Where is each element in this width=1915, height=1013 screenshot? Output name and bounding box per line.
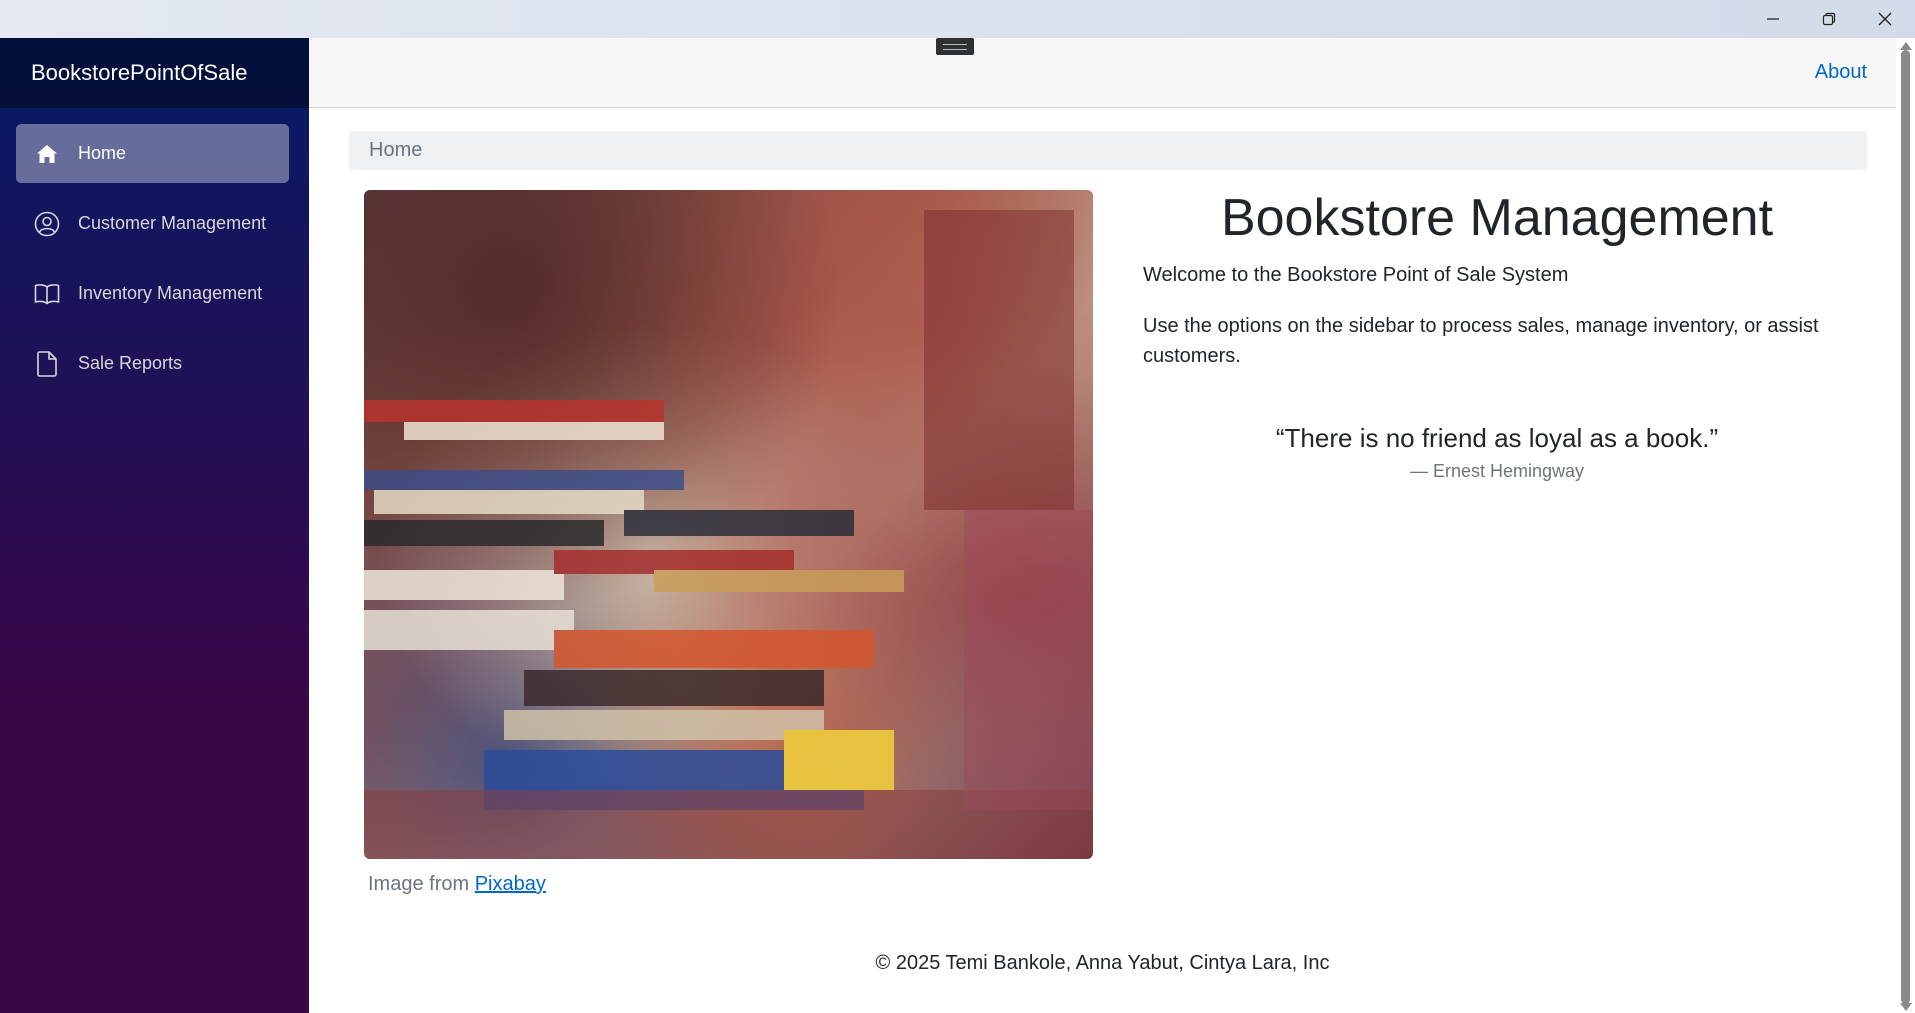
drag-handle[interactable] xyxy=(936,38,974,55)
brand-bar: BookstorePointOfSale xyxy=(0,38,309,108)
book-open-icon xyxy=(34,281,60,307)
about-link[interactable]: About xyxy=(1815,61,1867,84)
quote-author: — Ernest Hemingway xyxy=(1409,461,1585,481)
sidebar-item-label: Sale Reports xyxy=(78,353,183,373)
image-caption: Image from Pixabay xyxy=(368,873,546,896)
sidebar-item-inventory-management[interactable]: Inventory Management xyxy=(16,264,289,323)
sidebar: BookstorePointOfSale Home Customer Manag… xyxy=(0,38,309,1013)
bookstore-photo xyxy=(364,190,1093,859)
scroll-up-icon[interactable] xyxy=(1900,42,1912,50)
minimize-button[interactable] xyxy=(1745,0,1801,38)
page-title: Bookstore Management xyxy=(1220,189,1774,247)
vertical-scrollbar[interactable] xyxy=(1896,38,1915,1013)
restore-icon xyxy=(1822,12,1836,26)
instructions-text: Use the options on the sidebar to proces… xyxy=(1143,315,1819,367)
scroll-thumb[interactable] xyxy=(1901,50,1910,1004)
restore-button[interactable] xyxy=(1801,0,1857,38)
sidebar-nav: Home Customer Management Inventory Manag… xyxy=(0,108,309,393)
minimize-icon xyxy=(1766,12,1780,26)
pixabay-link[interactable]: Pixabay xyxy=(475,873,546,895)
document-icon xyxy=(34,350,60,377)
sidebar-item-label: Customer Management xyxy=(78,213,267,233)
breadcrumb-item-home: Home xyxy=(369,139,423,161)
window-title-bar xyxy=(0,0,1915,38)
close-icon xyxy=(1878,12,1892,26)
close-button[interactable] xyxy=(1857,0,1913,38)
scroll-down-icon[interactable] xyxy=(1900,1003,1912,1011)
sidebar-item-label: Inventory Management xyxy=(78,283,263,303)
breadcrumb: Home xyxy=(349,131,1867,170)
footer-copyright: © 2025 Temi Bankole, Anna Yabut, Cintya … xyxy=(875,952,1330,974)
sidebar-item-customer-management[interactable]: Customer Management xyxy=(16,194,289,253)
sidebar-item-label: Home xyxy=(78,143,127,163)
home-icon xyxy=(34,141,60,167)
sidebar-item-home[interactable]: Home xyxy=(16,124,289,183)
caption-prefix: Image from xyxy=(368,873,470,895)
welcome-text: Welcome to the Bookstore Point of Sale S… xyxy=(1143,264,1569,286)
top-row xyxy=(309,38,1896,108)
user-circle-icon xyxy=(34,211,60,237)
quote-text: “There is no friend as loyal as a book.” xyxy=(1275,423,1719,453)
sidebar-item-sale-reports[interactable]: Sale Reports xyxy=(16,334,289,393)
app-brand[interactable]: BookstorePointOfSale xyxy=(31,60,247,86)
